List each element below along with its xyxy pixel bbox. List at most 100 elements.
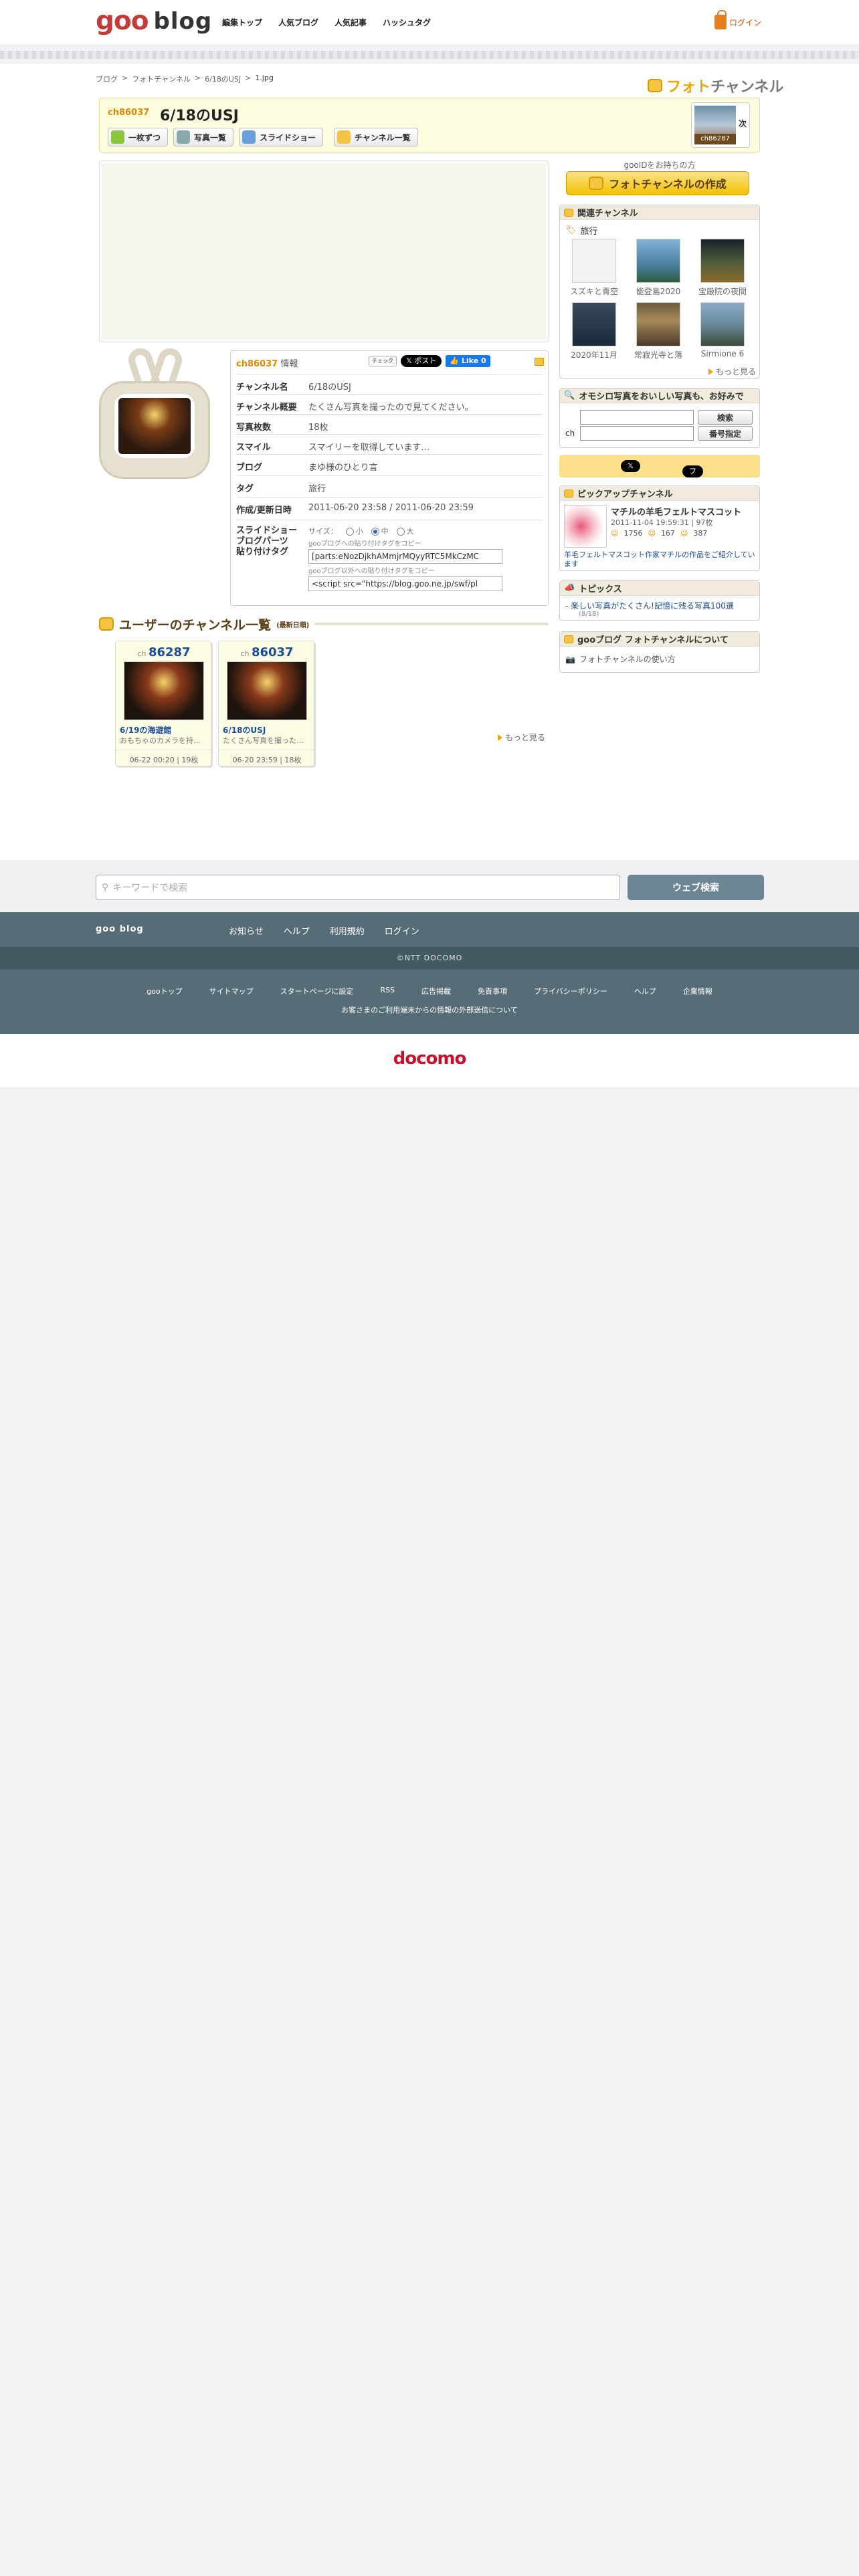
footer-link[interactable]: ヘルプ [634,986,656,996]
related-more-link[interactable]: もっと見る [708,366,756,377]
docomo-logo[interactable]: docomo [0,1049,859,1069]
smile-icon: ☺ [611,529,619,538]
external-tag-field[interactable]: <script src="https://blog.goo.ne.jp/swf/… [308,576,502,591]
copy-goo-tag-link[interactable]: gooブログへの貼り付けタグをコピー [308,538,502,548]
goo-id-note: gooIDをお持ちの方 [624,160,696,170]
search-button[interactable]: 検索 [698,410,753,425]
one-by-one-button[interactable]: 一枚ずつ [108,128,169,146]
slideshow-button[interactable]: スライドショー [239,128,324,146]
tag-icon: 🏷 [565,225,577,235]
nav-popular-blog[interactable]: 人気ブログ [278,17,318,28]
footer-link[interactable]: gooトップ [147,986,182,996]
nav-hashtag[interactable]: ハッシュタグ [383,17,431,28]
megaphone-icon: 📣 [564,583,575,593]
slideshow-icon [242,130,256,144]
goo-blog-logo[interactable]: goo blog [96,8,212,35]
footer-help[interactable]: ヘルプ [284,924,310,937]
footer-link[interactable]: 広告掲載 [421,986,451,996]
pickup-channel-box: ピックアップチャンネル マチルの羊毛フェルトマスコット 2011-11-04 1… [559,486,760,571]
pickup-thumbnail[interactable] [564,505,607,548]
related-channel[interactable]: 常寂光寺と落 [630,302,687,360]
channel-title-box: ch86037 6/18のUSJ 一枚ずつ 写真一覧 スライドショー チャンネル… [99,98,760,152]
crumb-blog[interactable]: ブログ [96,74,118,84]
user-list-more-link[interactable]: もっと見る [498,732,545,743]
related-channel[interactable]: 能登島2020 [630,239,687,297]
create-channel-button[interactable]: フォトチャンネルの作成 [566,171,749,195]
related-channel[interactable]: スズキと青空 [565,239,623,297]
user-channel-list-heading: ユーザーのチャンネル一覧 (最新日順) [99,615,549,633]
footer-login[interactable]: ログイン [385,924,419,937]
info-row: 写真枚数 18枚 [236,414,543,433]
brand-channel: チャンネル [710,79,784,96]
crumb-current: 1.jpg [255,74,274,82]
slideshow-parts-row: スライドショー ブログパーツ 貼り付けタグ サイズ： 小 中 大 gooブログへ… [236,520,543,600]
search-icon: 🔍 [564,391,575,401]
footer-terms[interactable]: 利用規約 [330,924,365,937]
channel-list-button[interactable]: チャンネル一覧 [334,128,418,146]
size-medium-radio[interactable]: 中 [371,526,389,536]
blog-link[interactable]: まゆ様のひとり言 [308,455,378,473]
copy-external-tag-link[interactable]: gooブログ以外への貼り付けタグをコピー [308,565,502,575]
crumb-channel[interactable]: 6/18のUSJ [205,74,241,84]
footer-link[interactable]: サイトマップ [209,986,254,996]
nav-popular-articles[interactable]: 人気記事 [335,17,367,28]
crumb-photochannel[interactable]: フォトチャンネル [132,74,191,84]
logo-goo: goo [96,6,149,36]
external-transmission-link[interactable]: お客さまのご利用端末からの情報の外部送信について [0,1004,859,1015]
mail-icon[interactable] [535,358,544,366]
related-channel[interactable]: Sirmione 6 [694,302,751,360]
how-to-use-link[interactable]: 📷 フォトチャンネルの使い方 [565,653,676,665]
related-tag[interactable]: 🏷 旅行 [565,224,598,237]
size-small-radio[interactable]: 小 [345,526,363,536]
next-channel-number: ch86287 [694,134,736,144]
next-channel[interactable]: ch86287 次 [691,102,750,148]
web-search-button[interactable]: ウェブ検索 [628,875,764,900]
facebook-like-button[interactable]: 👍 Like 0 [446,355,490,367]
x-follow-button[interactable]: 𝕏 フォローする [621,460,703,536]
footer-link[interactable]: 企業情報 [683,986,712,996]
related-channel[interactable]: 宝厳院の夜間 [694,239,751,297]
tag-link[interactable]: 旅行 [308,476,326,494]
photo-list-button[interactable]: 写真一覧 [173,128,234,146]
channel-card[interactable]: ch 86287 6/19の海遊館 おもちゃのカメラを持… 06-22 00:2… [115,641,212,766]
photochannel-brand[interactable]: フォト チャンネル [648,75,783,96]
footer-nav: goo blog お知らせ ヘルプ 利用規約 ログイン [0,912,859,947]
size-large-radio[interactable]: 大 [396,526,414,536]
info-row: 作成/更新日時 2011-06-20 23:58 / 2011-06-20 23:… [236,497,543,516]
info-row: スマイル スマイリーを取得しています… [236,434,543,453]
footer-news[interactable]: お知らせ [229,924,264,937]
pickup-channel-name[interactable]: マチルの羊毛フェルトマスコット [611,505,741,518]
single-photo-icon [111,130,124,144]
login-link[interactable]: ログイン [714,10,761,29]
channel-number-input[interactable] [580,426,694,441]
nav-edit-top[interactable]: 編集トップ [222,17,262,28]
related-channel[interactable]: 2020年11月 [565,302,623,360]
topic-link[interactable]: - 楽しい写真がたくさん!記憶に残る写真100選 [565,600,734,611]
check-button[interactable]: チェック [369,356,397,366]
size-selector: サイズ： 小 中 大 [308,526,414,536]
grid-icon [177,130,191,144]
brand-photo: フォト [666,79,711,96]
goo-tag-field[interactable]: [parts:eNozDjkhAMmjrMQyyRTC5MkCzMC [308,549,502,564]
footer-link[interactable]: RSS [380,986,395,996]
footer-link[interactable]: 免責事項 [478,986,507,996]
footer-search-input[interactable]: ⚲ キーワードで検索 [96,875,620,900]
search-input[interactable] [580,410,694,425]
camera-icon [648,79,662,92]
channel-title: 6/18のUSJ [160,108,239,124]
number-search-button[interactable]: 番号指定 [698,426,753,441]
footer-link[interactable]: プライバシーポリシー [534,986,607,996]
channel-search-box: 🔍 オモシロ写真をおいしい写真も、お好みで 検索 ch 番号指定 [559,388,760,448]
channel-card[interactable]: ch 86037 6/18のUSJ たくさん写真を撮った… 06-20 23:5… [218,641,315,766]
info-row: チャンネル概要 たくさん写真を撮ったので見てください。 [236,394,543,413]
header-stripe [0,51,859,59]
x-post-button[interactable]: 𝕏 ポスト [401,355,442,367]
slideshow-player[interactable] [99,160,549,342]
info-row: タグ 旅行 [236,475,543,494]
channel-card-thumbnail [227,661,307,720]
search-icon: ⚲ [102,882,109,893]
footer-link[interactable]: スタートページに設定 [280,986,354,996]
related-thumbnails: スズキと青空 能登島2020 宝厳院の夜間 2020年11月 常寂光寺と落 Si… [565,239,751,360]
channel-info-panel: ch86037 情報 チェック 𝕏 ポスト 👍 Like 0 チャンネル名 6/1… [230,350,549,606]
footer-links: gooトップ サイトマップ スタートページに設定 RSS 広告掲載 免責事項 プ… [0,970,859,1034]
